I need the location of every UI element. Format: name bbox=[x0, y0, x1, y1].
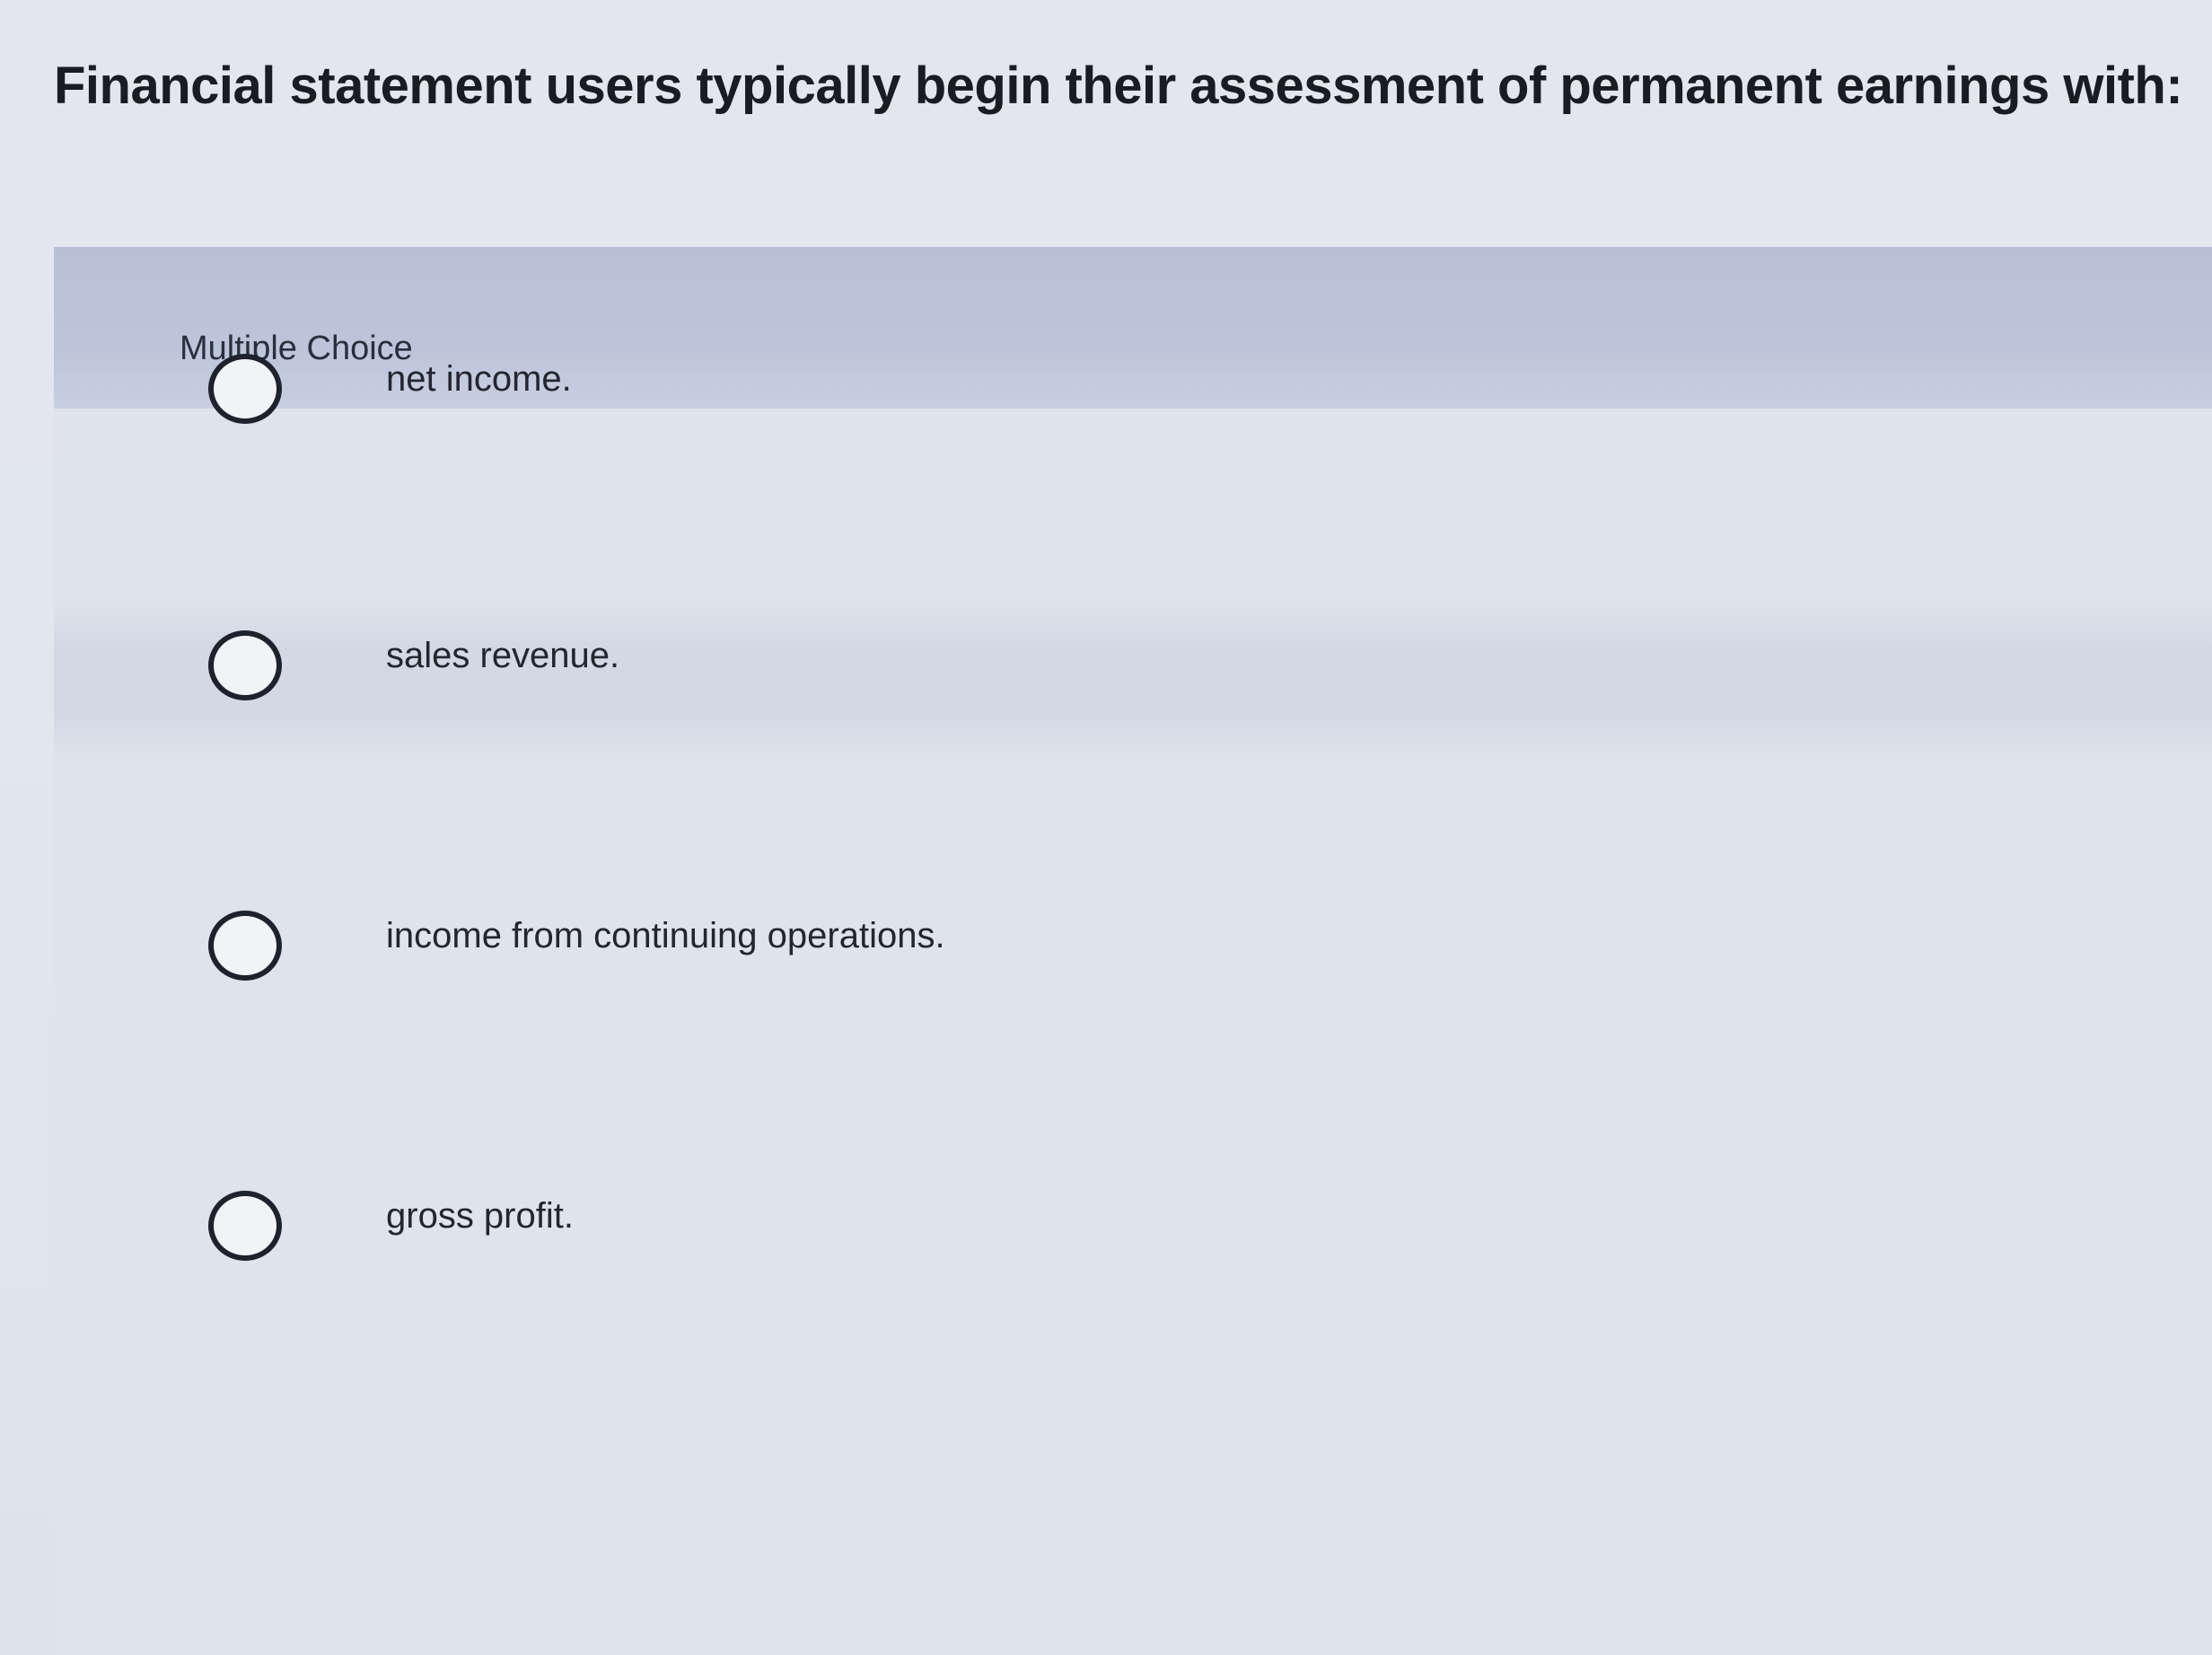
radio-button-icon[interactable] bbox=[208, 911, 282, 981]
quiz-page: Financial statement users typically begi… bbox=[0, 0, 2212, 1655]
option-income-from-continuing-operations[interactable]: income from continuing operations. bbox=[54, 880, 2212, 1042]
option-label: gross profit. bbox=[386, 1196, 574, 1236]
radio-button-icon[interactable] bbox=[208, 1191, 282, 1261]
question-text: Financial statement users typically begi… bbox=[54, 57, 2183, 115]
option-label: net income. bbox=[386, 359, 572, 399]
option-net-income[interactable]: net income. bbox=[54, 323, 2212, 485]
option-label: income from continuing operations. bbox=[386, 916, 945, 955]
option-sales-revenue[interactable]: sales revenue. bbox=[54, 600, 2212, 761]
option-gross-profit[interactable]: gross profit. bbox=[54, 1160, 2212, 1322]
option-label: sales revenue. bbox=[386, 636, 620, 675]
radio-button-icon[interactable] bbox=[208, 630, 282, 700]
radio-button-icon[interactable] bbox=[208, 354, 282, 424]
answer-panel: Multiple Choice net income. sales revenu… bbox=[54, 247, 2212, 1655]
